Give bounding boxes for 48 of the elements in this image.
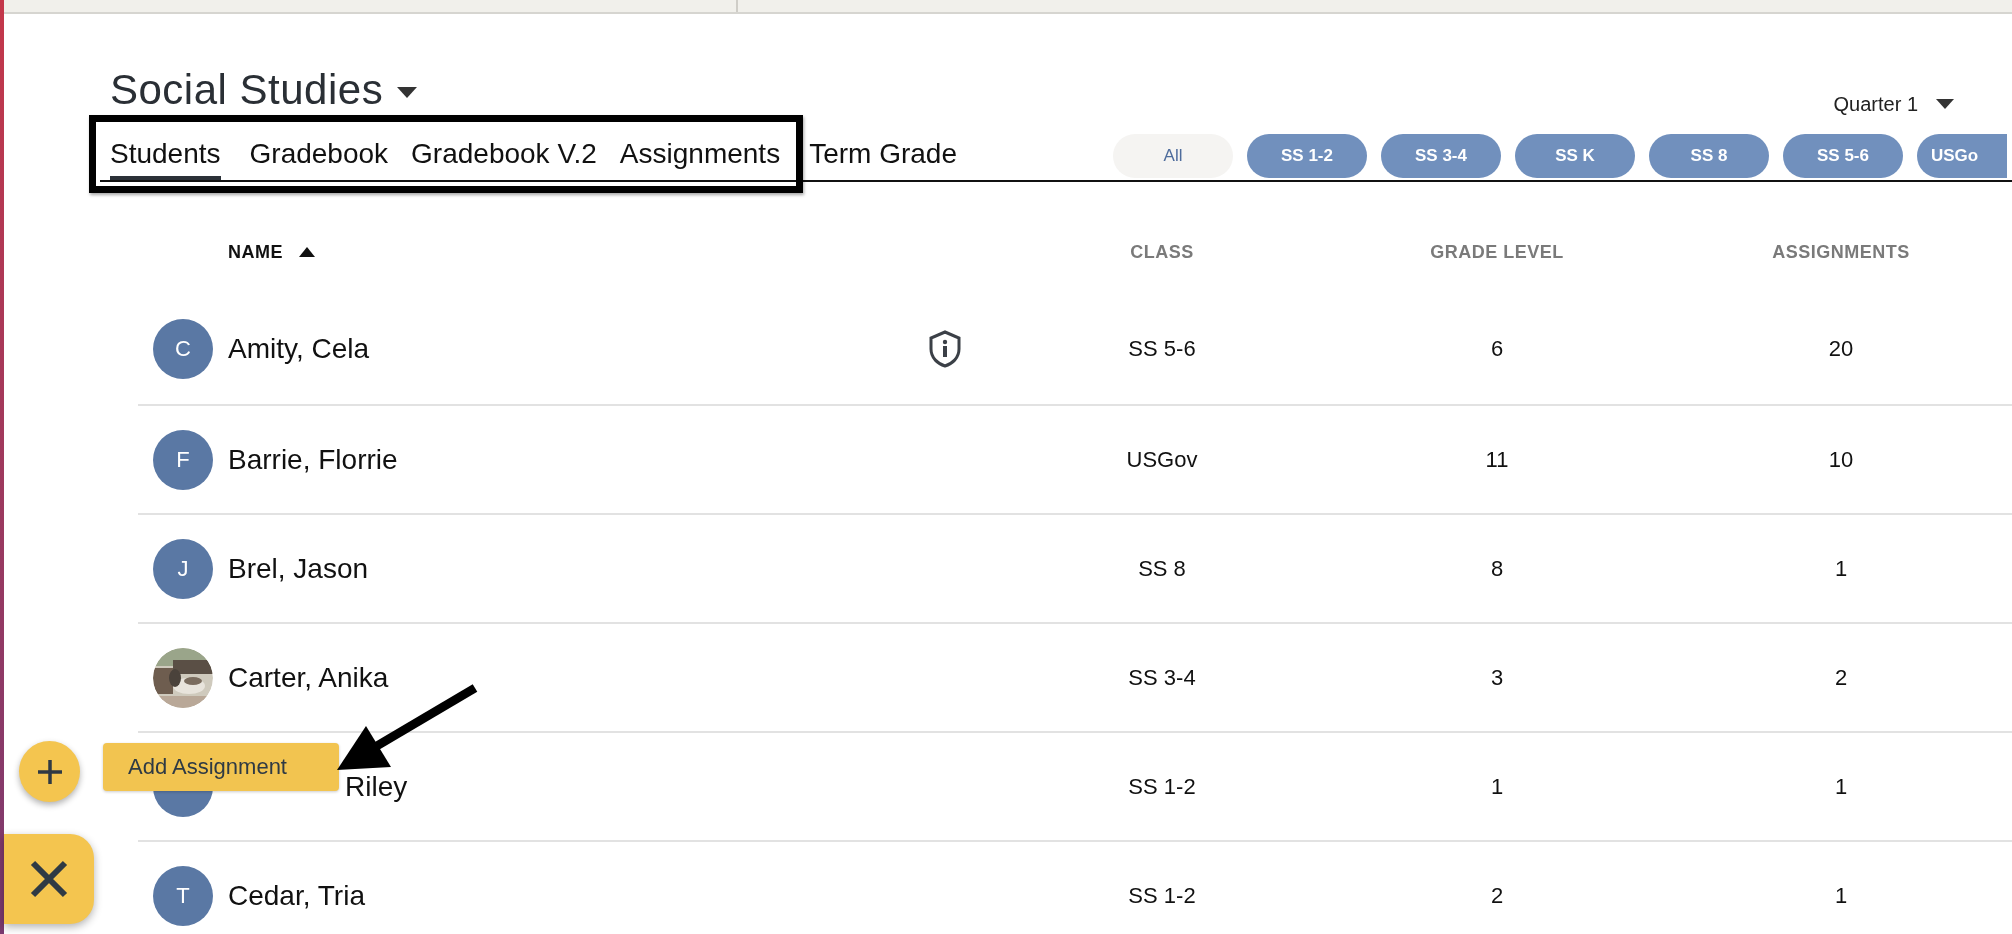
avatar: T bbox=[153, 865, 213, 926]
table-cell: 1 bbox=[1834, 882, 1848, 909]
tab[interactable]: Assignments bbox=[619, 130, 781, 180]
student-name[interactable]: Carter, Anika bbox=[228, 661, 962, 694]
avatar: F bbox=[153, 429, 213, 490]
column-header[interactable]: CLASS bbox=[1130, 241, 1194, 263]
table-cell: 8 bbox=[1490, 555, 1504, 582]
table-cell: 20 bbox=[1828, 336, 1854, 362]
close-button[interactable] bbox=[4, 834, 94, 924]
caret-icon bbox=[397, 87, 418, 99]
table-cell: SS 5-6 bbox=[1128, 336, 1196, 362]
column-header[interactable]: ASSIGNMENTS bbox=[1772, 241, 1910, 263]
caret-icon bbox=[1936, 99, 1954, 110]
table-cell: 6 bbox=[1490, 336, 1504, 362]
table-cell: USGov bbox=[1126, 446, 1198, 473]
add-button[interactable] bbox=[19, 741, 80, 802]
tab[interactable]: Gradebook bbox=[249, 130, 389, 180]
shield-info-icon[interactable] bbox=[928, 330, 962, 368]
tab[interactable]: Gradebook V.2 bbox=[411, 130, 597, 180]
table-cell: 2 bbox=[1490, 882, 1504, 909]
student-name[interactable]: Amity, Cela bbox=[228, 333, 928, 365]
student-name[interactable]: Barrie, Florrie bbox=[228, 443, 962, 476]
close-icon bbox=[29, 859, 69, 899]
table-cell: 1 bbox=[1490, 773, 1504, 800]
tab[interactable]: Term Grade bbox=[809, 130, 957, 180]
table-cell: SS 1-2 bbox=[1128, 773, 1196, 800]
avatar: C bbox=[153, 319, 213, 379]
tab[interactable]: Students bbox=[110, 130, 221, 180]
table-cell: 11 bbox=[1485, 446, 1509, 473]
avatar: J bbox=[153, 538, 213, 599]
table-cell: 2 bbox=[1834, 664, 1848, 691]
column-header[interactable]: GRADE LEVEL bbox=[1430, 241, 1564, 263]
sort-icon[interactable] bbox=[299, 247, 315, 257]
filter-chip[interactable]: All bbox=[1113, 134, 1233, 178]
table-cell: SS 1-2 bbox=[1128, 882, 1196, 909]
table-cell: 1 bbox=[1834, 773, 1848, 800]
table-cell: SS 3-4 bbox=[1128, 664, 1196, 691]
student-name[interactable]: Brel, Jason bbox=[228, 552, 962, 585]
course-dropdown[interactable]: Social Studies bbox=[110, 66, 418, 114]
table-cell: 1 bbox=[1834, 555, 1848, 582]
term-dropdown[interactable]: Quarter 1 bbox=[1833, 93, 1954, 116]
plus-icon bbox=[36, 758, 63, 785]
table-cell: 10 bbox=[1828, 446, 1854, 473]
table-cell: SS 8 bbox=[1138, 555, 1186, 582]
tooltip: Add Assignment bbox=[103, 743, 339, 791]
table-cell: 3 bbox=[1490, 664, 1504, 691]
student-name[interactable]: Cedar, Tria bbox=[228, 879, 962, 912]
column-header[interactable]: NAME bbox=[228, 241, 283, 263]
